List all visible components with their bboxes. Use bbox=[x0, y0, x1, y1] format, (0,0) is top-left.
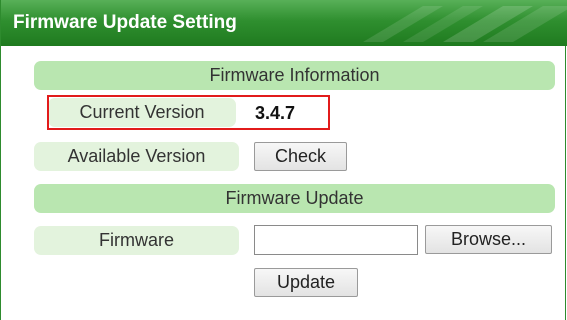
page-title: Firmware Update Setting bbox=[13, 12, 237, 33]
current-version-highlight bbox=[47, 95, 330, 130]
update-button[interactable]: Update bbox=[254, 268, 358, 297]
firmware-file-input[interactable] bbox=[254, 225, 418, 255]
firmware-label: Firmware bbox=[34, 226, 239, 255]
firmware-update-panel: Firmware Update Setting Firmware Informa… bbox=[0, 0, 567, 320]
check-button[interactable]: Check bbox=[254, 142, 347, 171]
available-version-label: Available Version bbox=[34, 142, 239, 171]
firmware-update-section-header: Firmware Update bbox=[34, 184, 555, 213]
firmware-information-section-header: Firmware Information bbox=[34, 61, 555, 90]
header-stripes-decoration bbox=[363, 6, 567, 42]
browse-button[interactable]: Browse... bbox=[425, 225, 552, 254]
panel-header: Firmware Update Setting bbox=[1, 0, 567, 46]
